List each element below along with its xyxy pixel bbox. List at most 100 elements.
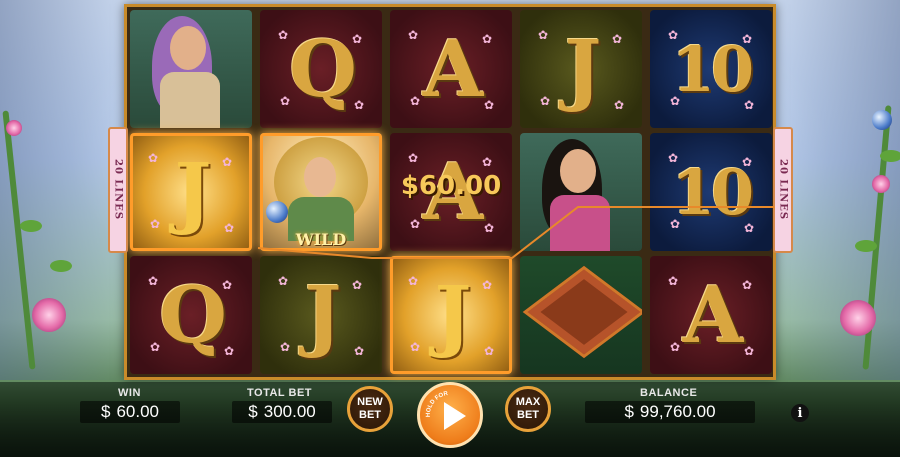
symbol-q: Q ✿ ✿ ✿ ✿ xyxy=(260,10,382,128)
max-bet-label: MAX BET xyxy=(515,396,541,421)
flower-sparkle-icon: ✿ xyxy=(540,94,551,108)
flower-sparkle-icon: ✿ xyxy=(408,274,419,288)
symbol-glyph: J xyxy=(174,146,212,238)
balance-currency: $ xyxy=(624,402,634,421)
play-icon xyxy=(444,402,466,430)
win-currency: $ xyxy=(100,402,111,421)
leaf-decoration xyxy=(880,150,900,162)
reel-3: A ✿ ✿ ✿ ✿ A ✿ ✿ ✿ ✿ $60.00 J ✿ ✿ ✿ ✿ xyxy=(387,7,515,377)
flower-sparkle-icon: ✿ xyxy=(484,344,495,358)
flower-sparkle-icon: ✿ xyxy=(614,98,625,112)
win-value: 60.00 xyxy=(116,402,159,421)
spin-button[interactable]: HOLD FOR AUTOSPIN xyxy=(417,382,483,448)
reel-1: J ✿ ✿ ✿ ✿ Q ✿ ✿ ✿ ✿ xyxy=(127,7,255,377)
symbol-j: J ✿ ✿ ✿ ✿ xyxy=(130,133,252,251)
symbol-a: A ✿ ✿ ✿ ✿ xyxy=(390,10,512,128)
total-bet-currency: $ xyxy=(248,402,258,421)
flower-sparkle-icon: ✿ xyxy=(150,217,161,231)
flower-sparkle-icon: ✿ xyxy=(668,28,679,42)
flower-sparkle-icon: ✿ xyxy=(352,278,363,292)
flower-decoration xyxy=(32,298,66,332)
symbol-glyph: Q xyxy=(289,23,357,115)
balance-label: BALANCE xyxy=(640,387,698,399)
magic-box-icon xyxy=(522,265,642,359)
balance-display: $ 99,760.00 xyxy=(585,401,755,423)
new-bet-label: NEW BET xyxy=(357,396,383,421)
flower-sparkle-icon: ✿ xyxy=(410,94,421,108)
symbol-j: J ✿ ✿ ✿ ✿ xyxy=(520,10,642,128)
win-display: $ 60.00 xyxy=(80,401,180,423)
flower-decoration xyxy=(6,120,22,136)
flower-sparkle-icon: ✿ xyxy=(670,340,681,354)
flower-sparkle-icon: ✿ xyxy=(612,32,623,46)
wild-label: WILD xyxy=(295,230,347,249)
flower-sparkle-icon: ✿ xyxy=(670,94,681,108)
lines-badge-right: 20 LINES xyxy=(773,127,793,253)
symbol-a: A ✿ ✿ ✿ ✿ xyxy=(650,256,772,374)
symbol-wild: WILD xyxy=(260,133,382,251)
symbol-magic-box xyxy=(520,256,642,374)
flower-sparkle-icon: ✿ xyxy=(354,98,365,112)
flower-sparkle-icon: ✿ xyxy=(410,217,421,231)
total-bet-value: 300.00 xyxy=(263,402,316,421)
symbol-j: J ✿ ✿ ✿ ✿ xyxy=(260,256,382,374)
flower-sparkle-icon: ✿ xyxy=(482,155,493,169)
info-icon[interactable]: i xyxy=(791,404,809,422)
balance-value: 99,760.00 xyxy=(639,402,716,421)
max-bet-button[interactable]: MAX BET xyxy=(505,386,551,432)
symbol-glyph: A xyxy=(682,269,743,361)
flower-sparkle-icon: ✿ xyxy=(408,28,419,42)
flower-sparkle-icon: ✿ xyxy=(148,274,159,288)
character-body xyxy=(550,195,610,251)
flower-sparkle-icon: ✿ xyxy=(354,344,365,358)
symbol-j: J ✿ ✿ ✿ ✿ xyxy=(390,256,512,374)
flower-sparkle-icon: ✿ xyxy=(538,28,549,42)
symbol-q: Q ✿ ✿ ✿ ✿ xyxy=(130,256,252,374)
flower-sparkle-icon: ✿ xyxy=(742,32,753,46)
flower-sparkle-icon: ✿ xyxy=(150,340,161,354)
flower-sparkle-icon: ✿ xyxy=(482,278,493,292)
wild-face xyxy=(304,157,336,197)
flower-sparkle-icon: ✿ xyxy=(280,340,291,354)
leaf-decoration xyxy=(20,220,42,232)
reel-grid: J ✿ ✿ ✿ ✿ Q ✿ ✿ ✿ ✿ Q ✿ ✿ ✿ ✿ WILD J ✿ ✿ ✿ ✿ A ✿ ✿ ✿ ✿ A ✿ ✿ ✿ ✿ $60.00… xyxy=(124,4,776,380)
reel-4: J ✿ ✿ ✿ ✿ xyxy=(517,7,645,377)
lantern-decoration xyxy=(872,110,892,130)
new-bet-button[interactable]: NEW BET xyxy=(347,386,393,432)
lines-badge-right-label: 20 LINES xyxy=(777,159,789,221)
win-label: WIN xyxy=(118,387,141,399)
flower-sparkle-icon: ✿ xyxy=(744,98,755,112)
symbol-glyph: 10 xyxy=(671,155,754,229)
symbol-glyph: Q xyxy=(159,269,227,361)
flower-sparkle-icon: ✿ xyxy=(278,274,289,288)
flower-sparkle-icon: ✿ xyxy=(408,151,419,165)
flower-sparkle-icon: ✿ xyxy=(484,98,495,112)
flower-decoration xyxy=(872,175,890,193)
reel-2: Q ✿ ✿ ✿ ✿ WILD J ✿ ✿ ✿ ✿ xyxy=(257,7,385,377)
flower-sparkle-icon: ✿ xyxy=(482,32,493,46)
win-amount-overlay: $60.00 xyxy=(400,171,502,201)
reel-5: 10 ✿ ✿ ✿ ✿ 10 ✿ ✿ ✿ ✿ A ✿ ✿ ✿ ✿ xyxy=(647,7,775,377)
symbol-10: 10 ✿ ✿ ✿ ✿ xyxy=(650,133,772,251)
symbol-glyph: A xyxy=(422,23,483,115)
total-bet-label: TOTAL BET xyxy=(247,387,312,399)
lines-badge-left-label: 20 LINES xyxy=(112,159,124,221)
flower-sparkle-icon: ✿ xyxy=(222,278,233,292)
flower-sparkle-icon: ✿ xyxy=(742,155,753,169)
flower-sparkle-icon: ✿ xyxy=(670,217,681,231)
flower-sparkle-icon: ✿ xyxy=(224,221,235,235)
magic-orb-icon xyxy=(266,201,288,223)
symbol-10: 10 ✿ ✿ ✿ ✿ xyxy=(650,10,772,128)
flower-sparkle-icon: ✿ xyxy=(744,221,755,235)
symbol-glyph: J xyxy=(564,23,602,115)
flower-decoration xyxy=(840,300,876,336)
total-bet-display: $ 300.00 xyxy=(232,401,332,423)
symbol-glyph: J xyxy=(434,269,472,361)
flower-sparkle-icon: ✿ xyxy=(280,94,291,108)
lines-badge-left: 20 LINES xyxy=(108,127,128,253)
flower-sparkle-icon: ✿ xyxy=(668,274,679,288)
symbol-a: A ✿ ✿ ✿ ✿ $60.00 xyxy=(390,133,512,251)
symbol-glyph: 10 xyxy=(671,32,754,106)
leaf-decoration xyxy=(855,240,877,252)
flower-sparkle-icon: ✿ xyxy=(148,151,159,165)
